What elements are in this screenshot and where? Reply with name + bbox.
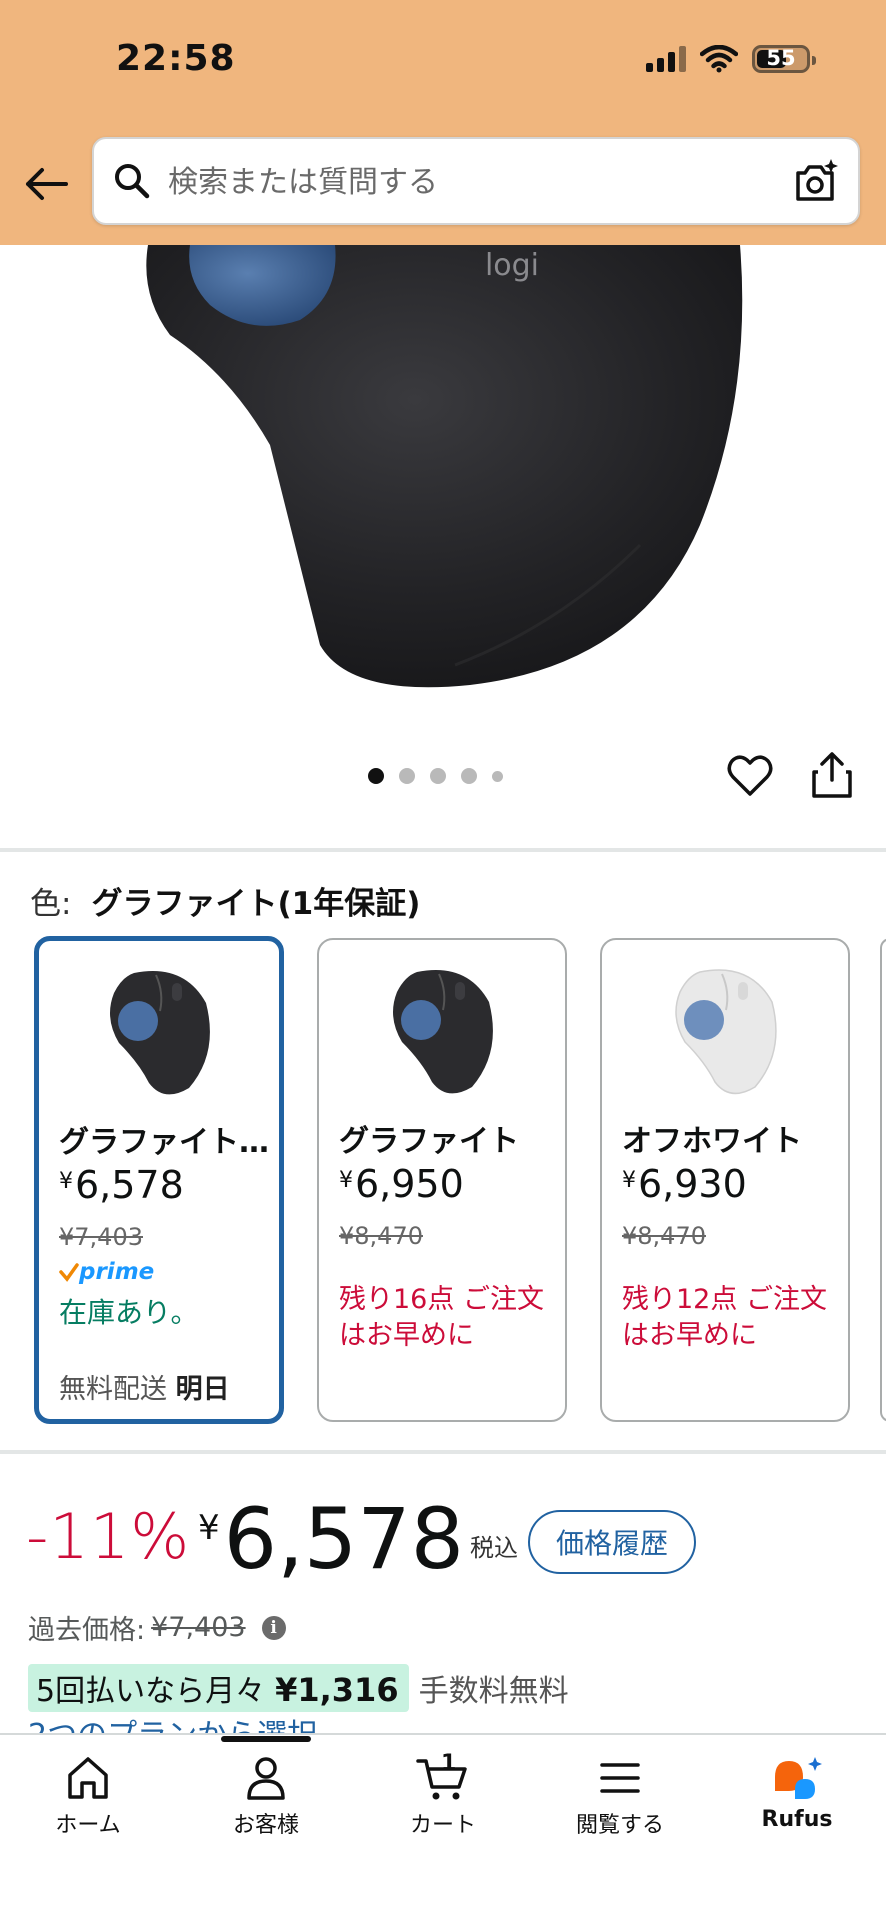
current-price: ¥6,578 — [198, 1490, 464, 1588]
cellular-signal-icon — [646, 46, 686, 72]
variant-shipping: 無料配送 明日 — [59, 1367, 230, 1406]
camera-search-icon[interactable] — [790, 157, 840, 207]
variant-card-next[interactable] — [880, 938, 886, 1422]
carousel-dot[interactable] — [492, 770, 503, 782]
variant-name: グラファイト(1年保証) — [59, 1125, 269, 1160]
carousel-dot[interactable] — [430, 768, 446, 784]
carousel-dots[interactable] — [368, 768, 503, 784]
installment-row: 5回払いなら月々 ¥1,316 手数料無料 — [28, 1664, 569, 1712]
variant-list-price: ¥8,470 — [622, 1222, 706, 1250]
nav-rufus-label: Rufus — [761, 1807, 833, 1832]
status-time: 22:58 — [116, 38, 236, 79]
nav-browse-label: 閲覧する — [575, 1813, 664, 1838]
search-input[interactable] — [168, 147, 748, 217]
carousel-dot[interactable] — [368, 768, 384, 784]
share-icon[interactable] — [808, 750, 856, 800]
scroll-indicator — [221, 1736, 311, 1742]
past-price-label: 過去価格: — [28, 1615, 146, 1646]
product-image[interactable]: logi — [0, 245, 886, 705]
variant-thumbnail — [675, 969, 777, 1095]
nav-cart[interactable]: 1 カート — [358, 1751, 528, 1839]
variant-card-graphite-warranty[interactable]: グラファイト(1年保証) ¥6,578 ¥7,403 prime 在庫あり。 無… — [34, 936, 284, 1424]
back-button[interactable] — [22, 160, 70, 208]
discount-percent: -11% — [26, 1500, 191, 1573]
variant-low-stock: 残り12点 ご注文はお早めに — [622, 1284, 827, 1351]
current-price-value: 6,578 — [223, 1490, 465, 1588]
section-divider — [0, 848, 886, 852]
currency-symbol: ¥ — [59, 1169, 73, 1194]
variant-price-value: 6,950 — [355, 1162, 464, 1206]
variant-list-price: ¥7,403 — [59, 1223, 143, 1251]
variant-price: ¥6,950 — [339, 1162, 464, 1206]
variant-price-value: 6,578 — [75, 1163, 184, 1207]
logo-text: logi — [485, 248, 539, 283]
wishlist-heart-icon[interactable] — [726, 752, 774, 800]
section-divider — [0, 1450, 886, 1454]
variant-price: ¥6,930 — [622, 1162, 747, 1206]
variant-thumbnail — [393, 970, 493, 1094]
installment-amount: ¥1,316 — [275, 1671, 399, 1709]
variant-name: グラファイト — [339, 1124, 519, 1159]
bottom-nav: ホーム お客様 1 カート 閲覧する Rufus — [0, 1733, 886, 1920]
variant-stock-status: 在庫あり。 — [59, 1296, 199, 1329]
cart-count: 1 — [441, 1751, 457, 1776]
prime-badge: prime — [59, 1259, 154, 1285]
nav-home-label: ホーム — [55, 1813, 121, 1838]
prime-check-icon — [59, 1263, 79, 1282]
nav-account-label: お客様 — [232, 1813, 299, 1838]
variant-card-off-white[interactable]: オフホワイト ¥6,930 ¥8,470 残り12点 ご注文はお早めに — [600, 938, 850, 1422]
top-bar: 22:58 55 — [0, 0, 886, 245]
battery-icon: 55 — [752, 45, 816, 73]
price-history-button[interactable]: 価格履歴 — [528, 1510, 696, 1574]
variant-price: ¥6,578 — [59, 1163, 184, 1207]
back-arrow-icon — [26, 168, 68, 200]
color-label: 色: — [30, 886, 72, 922]
variant-low-stock: 残り16点 ご注文はお早めに — [339, 1284, 544, 1351]
past-price-row: 過去価格: ¥7,403 i — [28, 1608, 286, 1647]
tax-label: 税込 — [470, 1534, 518, 1562]
variant-price-value: 6,930 — [638, 1162, 747, 1206]
nav-rufus[interactable]: Rufus — [712, 1755, 882, 1832]
past-price-value: ¥7,403 — [151, 1612, 246, 1643]
wifi-icon — [700, 45, 738, 73]
nav-browse[interactable]: 閲覧する — [535, 1755, 705, 1839]
nav-cart-label: カート — [409, 1813, 476, 1838]
installment-highlight: 5回払いなら月々 ¥1,316 — [28, 1664, 409, 1712]
currency-symbol: ¥ — [339, 1168, 353, 1193]
search-icon — [115, 164, 150, 199]
home-icon — [68, 1757, 108, 1799]
variant-list-price: ¥8,470 — [339, 1222, 423, 1250]
currency-symbol: ¥ — [622, 1168, 636, 1193]
search-bar[interactable] — [92, 137, 860, 225]
currency-symbol: ¥ — [198, 1508, 220, 1548]
account-icon — [247, 1757, 285, 1800]
installment-fee: 手数料無料 — [418, 1674, 569, 1709]
menu-icon — [600, 1763, 640, 1793]
variant-thumbnail — [110, 971, 210, 1095]
color-value: グラファイト(1年保証) — [91, 886, 421, 922]
carousel-dot[interactable] — [461, 768, 477, 784]
trackball-mouse-image: logi — [146, 245, 743, 688]
prime-label: prime — [79, 1259, 155, 1285]
shipping-day: 明日 — [175, 1374, 230, 1405]
variant-card-graphite[interactable]: グラファイト ¥6,950 ¥8,470 残り16点 ご注文はお早めに — [317, 938, 567, 1422]
variant-name: オフホワイト — [622, 1124, 802, 1159]
carousel-dot[interactable] — [399, 768, 415, 784]
info-icon[interactable]: i — [261, 1615, 286, 1640]
nav-account[interactable]: お客様 — [181, 1755, 351, 1839]
battery-level: 55 — [766, 46, 796, 70]
rufus-icon — [775, 1757, 822, 1799]
installment-text: 5回払いなら月々 — [36, 1674, 266, 1709]
shipping-label: 無料配送 — [59, 1374, 167, 1405]
status-icons: 55 — [646, 40, 816, 78]
color-selection-row: 色: グラファイト(1年保証) — [30, 878, 420, 923]
nav-home[interactable]: ホーム — [3, 1755, 173, 1839]
